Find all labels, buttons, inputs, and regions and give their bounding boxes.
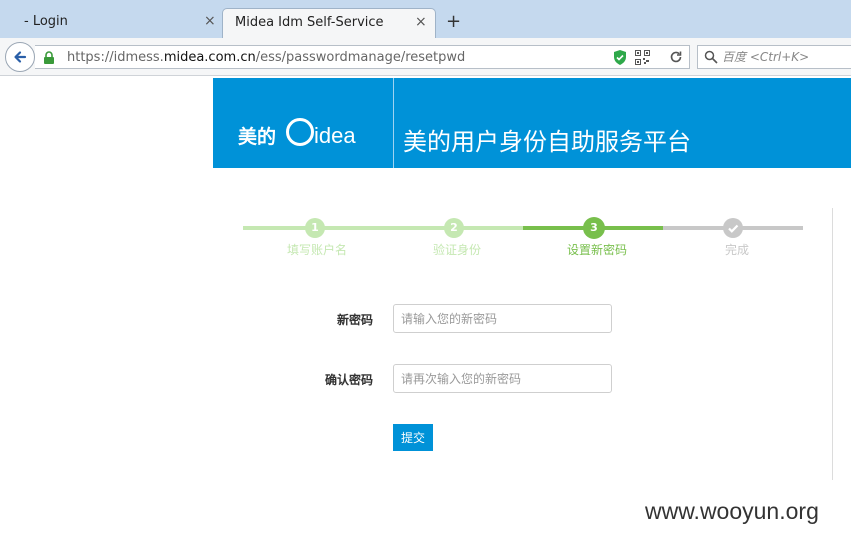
step-label-1: 填写账户名 [286, 243, 348, 257]
check-icon [728, 224, 739, 233]
page-title: 美的用户身份自助服务平台 [403, 128, 691, 156]
header-divider [393, 78, 394, 168]
new-tab-icon[interactable]: + [446, 11, 461, 32]
page-header: 美的 idea 美的用户身份自助服务平台 [213, 78, 851, 168]
url-text: https://idmess.midea.com.cn/ess/password… [67, 50, 465, 65]
confirm-password-input[interactable] [393, 364, 612, 393]
logo-brand: idea [314, 123, 356, 148]
search-bar[interactable] [697, 45, 851, 69]
step-label-2: 验证身份 [432, 243, 482, 257]
search-input[interactable] [722, 48, 847, 66]
qr-code-icon[interactable] [635, 50, 650, 65]
close-tab-icon[interactable]: × [204, 13, 216, 29]
confirm-password-label: 确认密码 [325, 373, 374, 387]
step-label-3: 设置新密码 [566, 243, 628, 257]
progress-steps: 1 2 3 填写账户名 验证身份 设置新密码 完成 [243, 217, 803, 258]
lock-icon [44, 51, 54, 64]
new-password-label: 新密码 [337, 313, 374, 327]
back-arrow-icon [14, 51, 27, 63]
watermark: www.wooyun.org [645, 498, 819, 524]
reload-icon[interactable] [668, 49, 684, 65]
step-node-4 [723, 218, 743, 238]
midea-logo: 美的 idea [238, 118, 356, 149]
url-path: /ess/passwordmanage/resetpwd [255, 50, 466, 65]
close-tab-icon[interactable]: × [415, 14, 427, 30]
url-domain: midea.com.cn [163, 50, 256, 65]
url-prefix: https://idmess. [67, 50, 164, 65]
new-password-input[interactable] [393, 304, 612, 333]
tab-label: Midea Idm Self-Service [235, 15, 384, 30]
step-node-2: 2 [444, 218, 464, 238]
tab-midea-idm[interactable]: Midea Idm Self-Service × [222, 8, 436, 38]
tab-label: - Login [24, 14, 68, 29]
tab-bar: - Login × Midea Idm Self-Service × + [0, 0, 851, 38]
navigation-bar: https://idmess.midea.com.cn/ess/password… [0, 38, 851, 76]
step-node-3: 3 [583, 217, 605, 239]
midea-m-icon [286, 118, 315, 146]
logo-chinese: 美的 [238, 126, 277, 148]
step-label-4: 完成 [724, 243, 750, 257]
back-button[interactable] [5, 42, 35, 72]
shield-icon[interactable] [612, 49, 628, 66]
step-node-1: 1 [305, 218, 325, 238]
search-icon [704, 50, 718, 64]
submit-button[interactable]: 提交 [393, 424, 433, 451]
content-divider [832, 208, 833, 480]
address-bar[interactable]: https://idmess.midea.com.cn/ess/password… [35, 45, 690, 69]
tab-login[interactable]: - Login × [0, 8, 222, 38]
